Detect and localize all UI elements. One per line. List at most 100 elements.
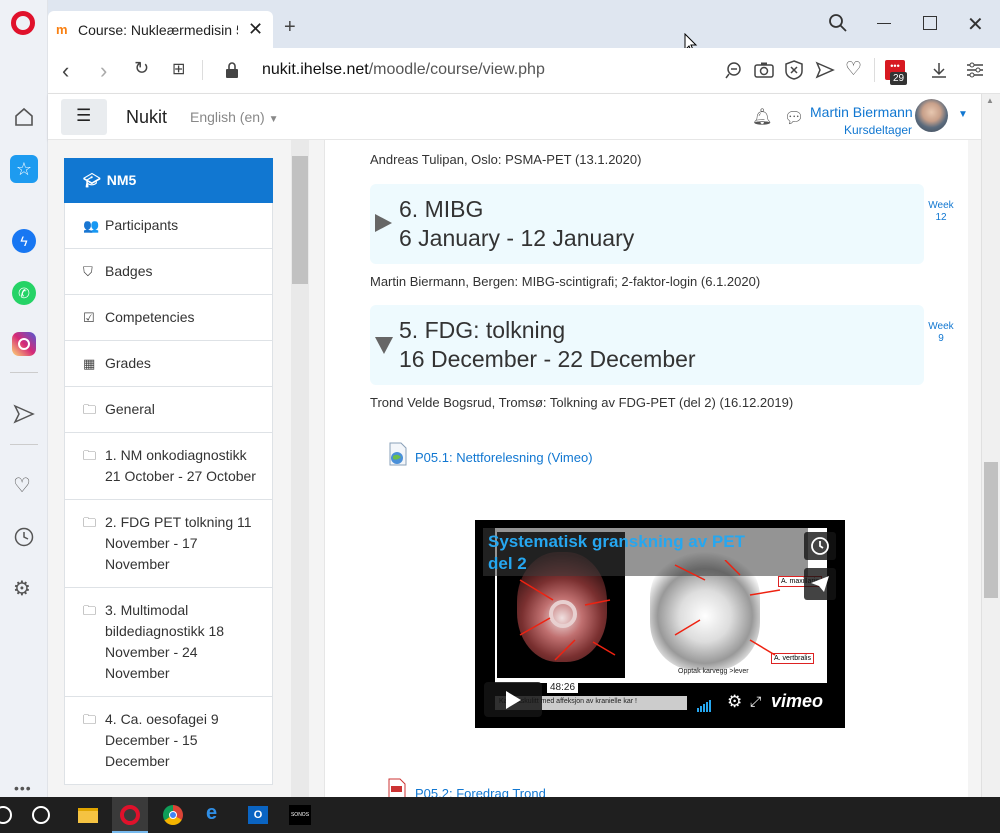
minimize-icon[interactable] [877,23,891,24]
close-tab-icon[interactable]: ✕ [248,19,263,40]
browser-tab[interactable]: m Course: Nukleærmedisin 5: ✕ [48,11,273,48]
drawer-item-label: Badges [105,263,153,279]
page-content: 🎓︎ NM5 👥 Participants ⛉ Badges ☑ Competencies ▦… [48,140,981,797]
address-divider [202,60,203,80]
download-icon[interactable] [930,61,948,79]
vimeo-logo[interactable]: vimeo [771,691,823,712]
file-explorer-icon[interactable] [78,808,98,823]
zoom-icon[interactable] [725,61,743,79]
page-scrollbar-track[interactable] [981,94,1000,797]
opera-taskbar-icon[interactable] [112,797,148,833]
nav-drawer-toggle[interactable]: ☰ [61,99,107,135]
sonos-icon[interactable]: SONOS [289,805,311,825]
drawer-item-label: Grades [105,355,151,371]
vimeo-player[interactable]: Systematisk granskning av PET del 2 A. m… [475,520,845,728]
section-dates: 16 December - 22 December [399,346,696,372]
section-summary: Martin Biermann, Bergen: MIBG-scintigraf… [370,274,761,289]
section-title[interactable]: 6. MIBG [399,195,483,224]
send-icon[interactable] [13,404,35,424]
table-icon: ▦ [83,356,96,371]
bookmark-heart-icon[interactable]: ♡ [845,58,862,81]
url-field[interactable]: nukit.ihelse.net/moodle/course/view.php [262,61,545,79]
chrome-icon[interactable] [163,805,183,825]
user-role: Kursdeltager [844,123,913,137]
history-icon[interactable] [13,526,35,548]
maximize-icon[interactable] [923,16,937,30]
tab-title: Course: Nukleærmedisin 5: [78,22,238,38]
extension-badge: 29 [890,72,908,85]
drawer-item[interactable]: 🗀 1. NM onkodiagnostikk 21 October - 27 O… [64,433,273,500]
week-number: 9 [938,333,944,344]
folder-icon: 🗀 [83,448,97,463]
folder-icon: 🗀 [83,712,97,727]
reload-icon[interactable]: ↻ [134,58,149,79]
tab-grid-icon[interactable]: ⊞ [172,59,185,79]
fullscreen-icon[interactable]: ⤢ [750,693,761,710]
user-name[interactable]: Martin Biermann [810,104,913,120]
drawer-item-label: 1. NM onkodiagnostikk 21 October - 27 Oc… [105,447,256,484]
course-section-5: 5. FDG: tolkning 16 December - 22 Decemb… [370,305,954,385]
scroll-up-arrow-icon[interactable]: ▲ [986,96,994,105]
search-tabs-icon[interactable] [828,13,848,33]
drawer-item[interactable]: 🗀 4. Ca. oesofagei 9 December - 15 Decemb… [64,697,273,785]
camera-icon[interactable] [754,61,774,79]
drawer-item-course-home[interactable]: 🎓︎ NM5 [64,158,273,203]
easy-setup-icon[interactable] [966,61,984,79]
start-button-icon[interactable] [0,806,12,824]
outlook-icon[interactable]: O [248,806,268,824]
site-name[interactable]: Nukit [126,107,167,128]
window-close-icon[interactable]: ✕ [967,12,984,37]
settings-icon[interactable]: ⚙ [13,576,31,601]
whatsapp-icon[interactable]: ✆ [12,281,36,305]
play-icon [506,691,521,709]
video-settings-icon[interactable]: ⚙ [727,692,742,712]
drawer-item[interactable]: ⛉ Badges [64,249,273,295]
toolbar-divider [874,58,875,82]
drawer-item[interactable]: ▦ Grades [64,341,273,387]
user-menu-caret-icon[interactable]: ▼ [958,109,968,120]
forward-icon[interactable]: › [100,58,107,84]
play-button[interactable] [484,682,542,717]
drawer-item[interactable]: 🗀 General [64,387,273,433]
drawer-item[interactable]: ☑ Competencies [64,295,273,341]
drawer-scrollbar-thumb[interactable] [292,156,308,284]
share-button[interactable] [804,568,836,600]
drawer-item[interactable]: 🗀 2. FDG PET tolkning 11 November - 17 No… [64,500,273,588]
sidebar-divider [10,372,38,373]
drawer-item[interactable]: 🗀 3. Multimodal bildediagnostikk 18 Novem… [64,588,273,697]
instagram-icon[interactable] [12,332,36,356]
moodle-favicon-icon: m [56,22,68,37]
caret-down-icon: ▼ [268,114,279,125]
messenger-icon[interactable]: ϟ [12,229,36,253]
drawer-item[interactable]: 👥 Participants [64,203,273,249]
annotation-arrows [519,560,781,661]
watch-later-button[interactable] [804,532,836,560]
notification-bell-icon[interactable]: 🔔︎ [752,107,772,127]
shield-icon: ⛉ [83,264,93,279]
volume-icon[interactable] [697,700,711,712]
heart-icon[interactable]: ♡ [13,473,31,498]
users-icon: 👥 [83,218,100,233]
browser-tab-bar: m Course: Nukleærmedisin 5: ✕ + ✕ [0,0,1000,54]
edge-icon[interactable]: e [206,802,217,825]
activity-link-vimeo[interactable]: P05.1: Nettforelesning (Vimeo) [415,450,593,465]
expanded-triangle-icon[interactable] [375,337,393,354]
speed-dial-icon[interactable]: ☆ [10,155,38,183]
language-menu[interactable]: English (en) ▼ [190,109,279,125]
new-tab-icon[interactable]: + [284,17,296,37]
activity-link-foredrag[interactable]: P05.2: Foredrag Trond [415,786,546,797]
lock-icon[interactable] [225,62,239,79]
collapsed-triangle-icon[interactable] [375,214,392,232]
cortana-icon[interactable] [32,806,50,824]
opera-logo-icon[interactable] [11,11,35,35]
messages-icon[interactable]: 💬︎ [784,108,804,128]
avatar[interactable] [915,99,948,132]
section-title[interactable]: 5. FDG: tolkning [399,316,565,345]
ad-block-icon[interactable] [785,60,803,80]
back-icon[interactable]: ‹ [62,58,69,84]
flow-send-icon[interactable] [815,61,835,79]
page-scrollbar-thumb[interactable] [984,462,998,598]
more-icon[interactable]: ••• [14,780,32,796]
home-icon[interactable] [13,106,35,128]
drawer-item-label: General [105,401,155,417]
